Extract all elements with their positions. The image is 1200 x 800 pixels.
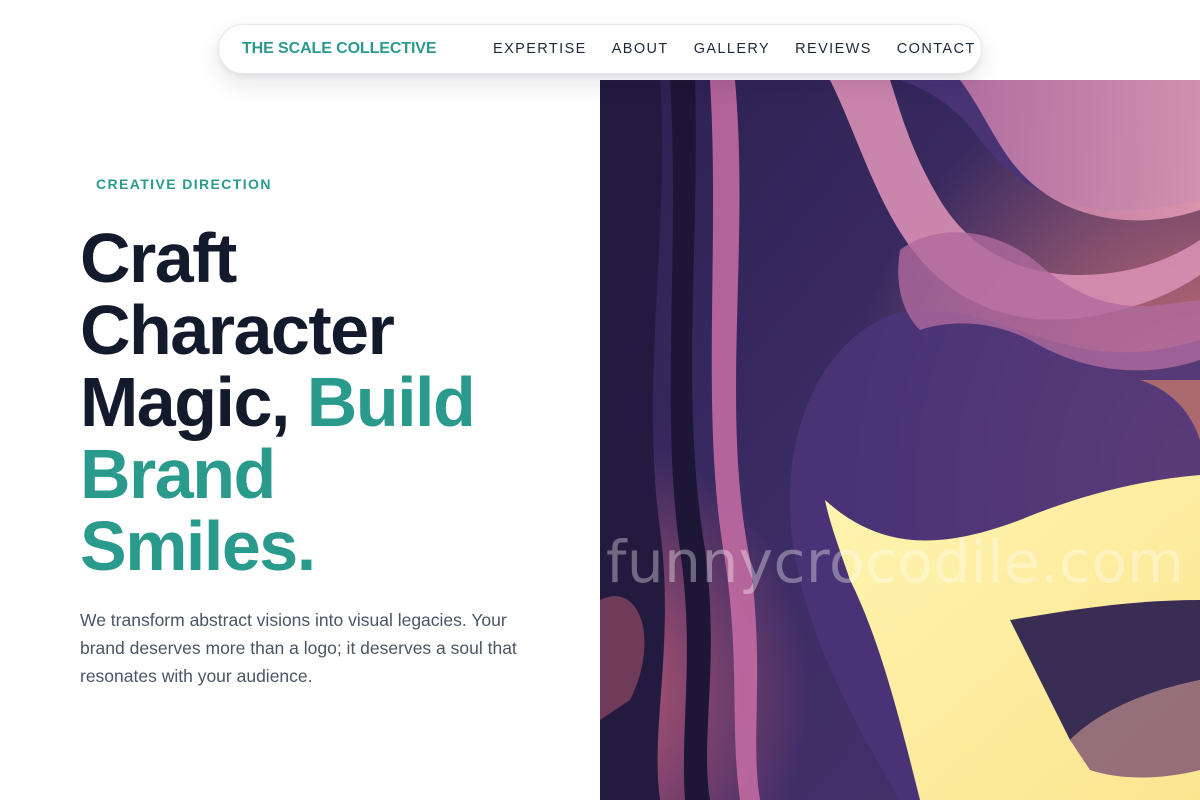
headline-accent-word: Build: [306, 363, 476, 441]
landing-page: THE SCALE COLLECTIVE EXPERTISE ABOUT GAL…: [0, 0, 1200, 800]
nav-link-gallery[interactable]: GALLERY: [694, 41, 770, 57]
brand-logo-link[interactable]: THE SCALE COLLECTIVE: [242, 40, 437, 58]
hero-artwork-image: funnycrocodile.com: [600, 80, 1200, 800]
hero-eyebrow: CREATIVE DIRECTION: [96, 176, 272, 192]
headline-word: Magic,: [80, 363, 290, 441]
headline-line: Character: [80, 291, 395, 369]
headline-line: Magic, Build: [80, 366, 580, 438]
top-nav: THE SCALE COLLECTIVE EXPERTISE ABOUT GAL…: [218, 24, 982, 74]
nav-link-reviews[interactable]: REVIEWS: [795, 41, 872, 57]
headline-accent-line: Smiles.: [80, 507, 316, 585]
hero-subtext: We transform abstract visions into visua…: [80, 610, 517, 686]
nav-link-about[interactable]: ABOUT: [612, 41, 669, 57]
headline-line: Craft: [80, 219, 237, 297]
nav-links: EXPERTISE ABOUT GALLERY REVIEWS CONTACT: [493, 41, 976, 57]
headline-accent-line: Brand: [80, 435, 276, 513]
nav-link-expertise[interactable]: EXPERTISE: [493, 41, 587, 57]
hero-headline: Craft Character Magic, Build Brand Smile…: [80, 222, 580, 582]
abstract-art-illustration: [600, 80, 1200, 800]
nav-link-contact[interactable]: CONTACT: [897, 41, 976, 57]
